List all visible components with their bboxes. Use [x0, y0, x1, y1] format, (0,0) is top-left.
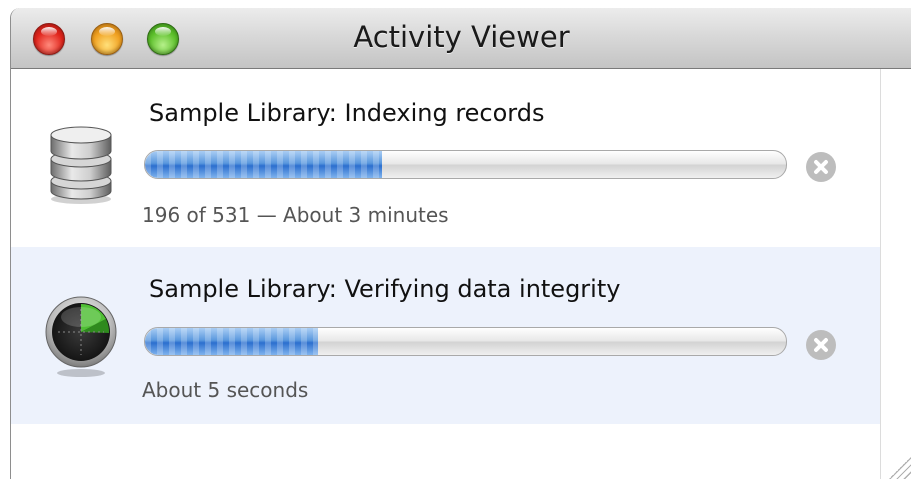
progress-bar	[144, 150, 787, 179]
window-title: Activity Viewer	[353, 20, 570, 54]
scroll-track[interactable]	[880, 69, 911, 479]
progress-fill	[145, 328, 319, 355]
activity-name: Sample Library: Verifying data integrity	[149, 275, 621, 303]
progress-fill	[145, 151, 383, 178]
radar-gauge-icon	[44, 295, 118, 385]
resize-grip[interactable]	[883, 449, 911, 479]
activity-status: About 5 seconds	[142, 378, 309, 402]
stop-activity-button[interactable]	[806, 330, 836, 360]
activity-row-indexing[interactable]: Sample Library: Indexing records 196 of …	[11, 69, 880, 246]
activity-list: Sample Library: Indexing records 196 of …	[11, 69, 880, 479]
activity-name: Sample Library: Indexing records	[149, 99, 545, 127]
activity-status: 196 of 531 — About 3 minutes	[142, 203, 449, 227]
stop-activity-button[interactable]	[806, 152, 836, 182]
database-icon	[45, 123, 117, 209]
activity-row-verifying[interactable]: Sample Library: Verifying data integrity…	[11, 247, 880, 424]
activity-viewer-window: Activity Viewer Sample Library: Indexing…	[10, 8, 911, 479]
title-bar[interactable]: Activity Viewer	[11, 8, 911, 69]
progress-bar	[144, 327, 787, 356]
